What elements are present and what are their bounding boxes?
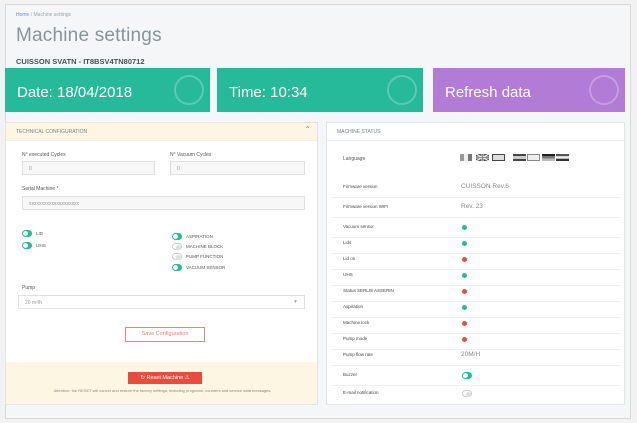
aspiration-status-label: Aspiration (343, 304, 364, 309)
uk-flag-icon[interactable] (476, 154, 489, 161)
pump-flow-rate-value: 20M/H (461, 351, 481, 358)
serlis-status-label: Status SERLIS ASSERIN (343, 288, 394, 293)
buzzer-label: Buzzer (343, 372, 358, 377)
email-notification-toggle[interactable] (462, 390, 472, 397)
pump-flow-rate-label: Pump flow rate (343, 352, 374, 357)
french-flag-icon[interactable] (492, 154, 505, 161)
status-row: Firmware version WIFI Rev. 23 (331, 198, 621, 218)
machine-lock-status-label: Machine lock (343, 320, 370, 325)
pump-value: 20 m³/h (25, 300, 42, 306)
machine-block-toggle[interactable] (172, 243, 182, 250)
vacuum-sensor-status-label: Vacuum sensor (343, 224, 374, 229)
aspiration-toggle[interactable] (172, 233, 182, 240)
ijhs-label: IJHS (36, 243, 46, 248)
status-row: Pump flow rate 20M/H (331, 346, 621, 366)
italian-flag-icon[interactable] (460, 154, 472, 161)
clock-icon (387, 75, 417, 105)
firmware-version-value: CUISSON Rev.6 (461, 183, 509, 190)
chevron-down-icon: ▼ (293, 299, 298, 305)
serial-field[interactable]: xxxxxxxxxxxxxxxxxxxx (22, 196, 305, 210)
breadcrumb-home[interactable]: Home (16, 12, 29, 18)
save-configuration-button[interactable]: Save Configuration (125, 327, 205, 342)
calendar-icon (174, 75, 204, 105)
time-card: Time: 10:34 (217, 68, 423, 112)
lids-status-label: Lids (343, 240, 352, 245)
german-flag-icon[interactable] (542, 154, 555, 161)
status-row: Firmware version CUISSON Rev.6 (331, 178, 621, 198)
language-label: Language (343, 156, 366, 162)
executed-cycles-label: N° executed Cycles (22, 152, 66, 158)
date-text: Date: 18/04/2018 (17, 84, 133, 101)
vacuum-cycles-label: N° Vacuum Cycles (170, 152, 212, 158)
portuguese-flag-icon[interactable] (527, 154, 540, 161)
executed-cycles-field[interactable]: 0 (22, 161, 155, 175)
refresh-icon (589, 75, 619, 105)
status-error-icon (462, 321, 467, 326)
lid-on-status-label: Lid on (343, 256, 356, 261)
refresh-data-button[interactable]: Refresh data (433, 68, 625, 112)
pump-function-toggle[interactable] (172, 253, 182, 260)
firmware-wifi-value: Rev. 23 (461, 203, 483, 210)
status-header: Machine status (327, 123, 624, 141)
status-error-icon (462, 337, 467, 342)
status-ok-icon (462, 273, 467, 278)
breadcrumb: Home / Machine settings (16, 12, 72, 18)
reset-machine-button[interactable]: ↻ Reset Machine ⚠ (128, 372, 202, 384)
pump-function-label: Pump function (186, 254, 224, 259)
status-ok-icon (462, 305, 467, 310)
vacuum-sensor-toggle[interactable] (172, 264, 182, 271)
buzzer-toggle[interactable] (462, 372, 472, 379)
dutch-flag-icon[interactable] (556, 154, 569, 161)
status-row: E-mail notification (331, 384, 621, 404)
vacuum-cycles-field[interactable]: 0 (170, 161, 305, 175)
spanish-flag-icon[interactable] (513, 154, 526, 161)
vacuum-sensor-label: Vacuum sensor (186, 265, 226, 270)
config-header: Technical configuration (6, 123, 317, 141)
serial-label: Serial Machine * (22, 186, 59, 192)
pump-label: Pump (22, 285, 36, 291)
page-title: Machine settings (16, 25, 162, 46)
firmware-wifi-label: Firmware version WIFI (343, 204, 389, 209)
pump-mode-status-label: Pump mode (343, 336, 368, 341)
collapse-icon[interactable]: ⌃ (304, 125, 311, 134)
breadcrumb-current: Machine settings (33, 12, 72, 18)
lid-toggle[interactable] (22, 230, 32, 237)
pump-select[interactable]: 20 m³/h ▼ (18, 295, 305, 309)
aspiration-label: Aspiration (186, 234, 213, 239)
firmware-version-label: Firmware version (343, 184, 378, 189)
ijhs-toggle[interactable] (22, 242, 32, 249)
status-error-icon (462, 257, 467, 262)
status-error-icon (462, 289, 467, 294)
machine-id: CUISSON SVATN - IT8BSV4TN80712 (16, 57, 145, 66)
machine-block-label: Machine block (186, 244, 224, 249)
time-text: Time: 10:34 (229, 84, 308, 101)
refresh-text: Refresh data (445, 84, 531, 101)
date-card: Date: 18/04/2018 (5, 68, 210, 112)
status-ok-icon (462, 225, 467, 230)
status-ok-icon (462, 241, 467, 246)
status-row: Buzzer (331, 366, 621, 386)
lid-label: Lid (36, 231, 44, 236)
reset-warning-text: Attention: the RESET will cancel and res… (53, 388, 272, 393)
email-notification-label: E-mail notification (343, 390, 379, 395)
ijhs-status-label: IJHS (343, 272, 353, 277)
